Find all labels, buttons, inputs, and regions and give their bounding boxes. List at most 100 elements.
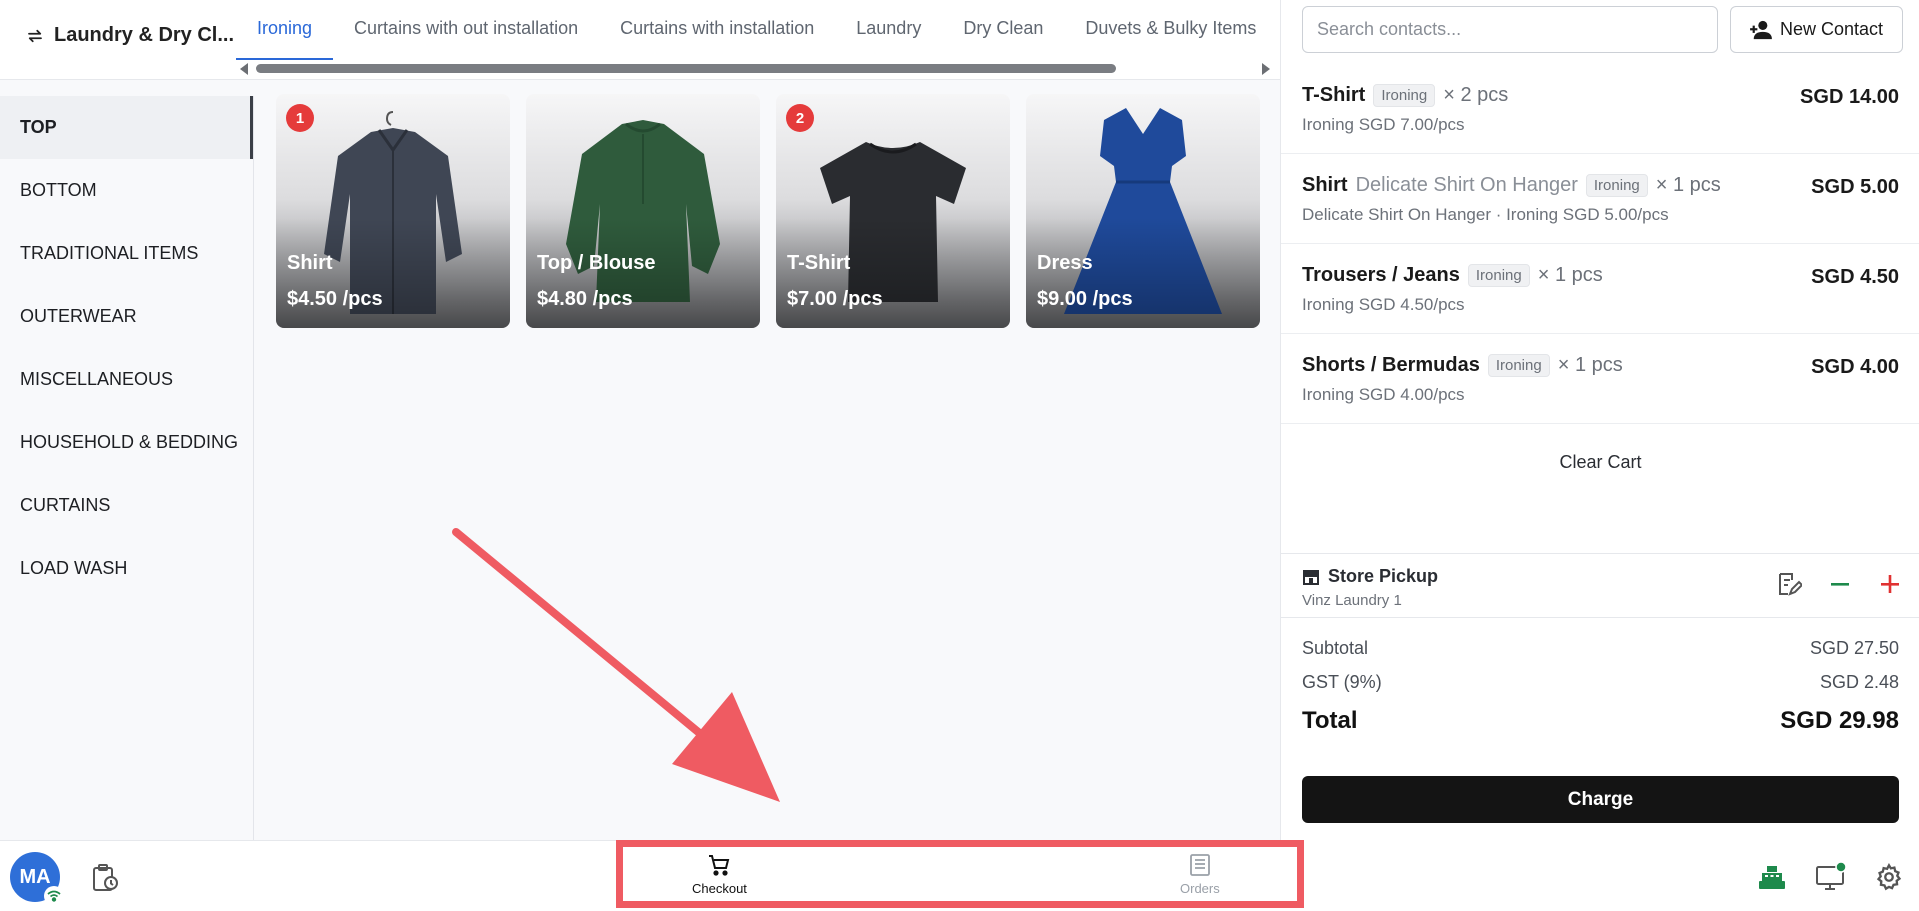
service-tag: Ironing [1487, 354, 1550, 377]
category-sidebar: TOP BOTTOM TRADITIONAL ITEMS OUTERWEAR M… [0, 96, 254, 840]
total-label: Total [1302, 707, 1358, 734]
category-curtains[interactable]: CURTAINS [0, 474, 253, 537]
cart-item-detail: Delicate Shirt On Hanger · Ironing SGD 5… [1302, 205, 1669, 224]
annotation-arrow [452, 528, 780, 802]
wifi-icon [44, 886, 64, 906]
cart-item-variant: Delicate Shirt On Hanger [1355, 174, 1578, 196]
charge-button[interactable]: Charge [1302, 776, 1899, 823]
cart-item-detail: Ironing SGD 4.00/pcs [1302, 385, 1465, 404]
cart-item-amount: SGD 14.00 [1800, 86, 1899, 108]
scrollbar-thumb[interactable] [256, 64, 1116, 73]
user-initials: MA [19, 865, 51, 888]
cart-line[interactable]: Trousers / Jeans Ironing × 1 pcs Ironing… [1281, 244, 1919, 334]
product-price: $4.80 /pcs [537, 288, 633, 310]
category-traditional-items[interactable]: TRADITIONAL ITEMS [0, 222, 253, 285]
search-contacts-input[interactable] [1302, 6, 1718, 53]
quantity-badge: 2 [786, 104, 814, 132]
cart-item-amount: SGD 5.00 [1811, 176, 1899, 198]
cart-item-detail: Ironing SGD 4.50/pcs [1302, 295, 1465, 314]
subtotal-value: SGD 27.50 [1809, 638, 1899, 658]
subtotal-label: Subtotal [1302, 638, 1369, 658]
product-name: Dress [1037, 252, 1093, 274]
cart-item-name: Shorts / Bermudas [1302, 354, 1480, 376]
product-name: Shirt [287, 252, 333, 274]
tab-curtains-without-installation[interactable]: Curtains with out installation [333, 0, 599, 60]
cart-line[interactable]: Shorts / Bermudas Ironing × 1 pcs Ironin… [1281, 334, 1919, 424]
tab-laundry[interactable]: Laundry [835, 0, 942, 60]
cart-line[interactable]: T-Shirt Ironing × 2 pcs Ironing SGD 7.00… [1281, 64, 1919, 154]
gst-value: SGD 2.48 [1819, 672, 1899, 692]
category-load-wash[interactable]: LOAD WASH [0, 537, 253, 600]
tabs-scrollbar[interactable] [240, 62, 1270, 76]
clear-cart-button[interactable]: Clear Cart [1281, 452, 1919, 473]
cash-register-icon[interactable] [1757, 863, 1787, 891]
store-switcher[interactable]: Laundry & Dry Cl... [26, 24, 234, 47]
tab-ironing[interactable]: Ironing [236, 0, 334, 60]
add-user-icon [1750, 20, 1772, 39]
pickup-location: Vinz Laundry 1 [1302, 592, 1402, 609]
product-name: T-Shirt [787, 252, 851, 274]
gst-label: GST (9%) [1302, 672, 1382, 692]
new-contact-button[interactable]: New Contact [1730, 6, 1903, 53]
cart-item-detail: Ironing SGD 7.00/pcs [1302, 115, 1465, 134]
product-price: $9.00 /pcs [1037, 288, 1133, 310]
store-name: Laundry & Dry Cl... [54, 24, 235, 46]
category-miscellaneous[interactable]: MISCELLANEOUS [0, 348, 253, 411]
product-card-shirt[interactable]: 1 Shirt $4.50 /pcs [276, 94, 510, 328]
service-tag: Ironing [1467, 264, 1530, 287]
new-contact-label: New Contact [1779, 19, 1884, 39]
plus-icon[interactable] [1878, 572, 1902, 596]
product-card-dress[interactable]: Dress $9.00 /pcs [1026, 94, 1260, 328]
product-card-top-blouse[interactable]: Top / Blouse $4.80 /pcs [526, 94, 760, 328]
tab-duvets-bulky-items[interactable]: Duvets & Bulky Items [1064, 0, 1277, 60]
category-top[interactable]: TOP [0, 96, 253, 159]
product-grid: 1 Shirt $4.50 /pcs Top / Blouse $4.80 /p… [276, 94, 1260, 328]
cart-line[interactable]: Shirt Delicate Shirt On Hanger Ironing ×… [1281, 154, 1919, 244]
category-household-bedding[interactable]: HOUSEHOLD & BEDDING [0, 411, 253, 474]
cart-item-qty: × 1 pcs [1655, 174, 1721, 196]
avatar[interactable]: MA [10, 852, 64, 906]
total-value: SGD 29.98 [1780, 707, 1899, 734]
annotation-highlight-box [616, 840, 1304, 908]
gear-icon[interactable] [1875, 863, 1903, 891]
product-name: Top / Blouse [537, 252, 656, 274]
minus-icon[interactable] [1828, 572, 1852, 596]
swap-icon [28, 29, 42, 42]
pickup-title: Store Pickup [1328, 566, 1439, 586]
gst-row: GST (9%) SGD 2.48 [1302, 672, 1899, 693]
quantity-badge: 1 [286, 104, 314, 132]
totals-section: Subtotal SGD 27.50 GST (9%) SGD 2.48 Tot… [1302, 638, 1899, 748]
subtotal-row: Subtotal SGD 27.50 [1302, 638, 1899, 659]
pos-app: Laundry & Dry Cl... Ironing Curtains wit… [0, 0, 1919, 911]
tab-dry-clean[interactable]: Dry Clean [942, 0, 1064, 60]
edit-note-icon[interactable] [1774, 570, 1802, 598]
service-tag: Ironing [1373, 84, 1436, 107]
cart-lines: T-Shirt Ironing × 2 pcs Ironing SGD 7.00… [1281, 64, 1919, 424]
scroll-right-icon[interactable] [1262, 63, 1270, 75]
device-status-bar [1280, 840, 1919, 911]
service-tabs: Ironing Curtains with out installation C… [236, 0, 1280, 60]
cart-item-qty: × 2 pcs [1443, 84, 1509, 106]
cart-item-qty: × 1 pcs [1557, 354, 1623, 376]
product-card-t-shirt[interactable]: 2 T-Shirt $7.00 /pcs [776, 94, 1010, 328]
service-tag: Ironing [1585, 174, 1648, 197]
pickup-section: Store Pickup Vinz Laundry 1 [1281, 553, 1919, 618]
cart-item-name: Trousers / Jeans [1302, 264, 1460, 286]
top-bar: Laundry & Dry Cl... Ironing Curtains wit… [0, 0, 1280, 80]
cart-item-name: Shirt [1302, 174, 1348, 196]
cart-item-name: T-Shirt [1302, 84, 1366, 106]
clipboard-clock-icon[interactable] [90, 863, 120, 893]
cart-pane: New Contact T-Shirt Ironing × 2 pcs Iron… [1280, 0, 1919, 911]
total-row: Total SGD 29.98 [1302, 707, 1899, 735]
product-price: $4.50 /pcs [287, 288, 383, 310]
tab-curtains-with-installation[interactable]: Curtains with installation [599, 0, 835, 60]
cart-item-amount: SGD 4.50 [1811, 266, 1899, 288]
scroll-left-icon[interactable] [240, 63, 248, 75]
cart-item-amount: SGD 4.00 [1811, 356, 1899, 378]
category-bottom[interactable]: BOTTOM [0, 159, 253, 222]
product-price: $7.00 /pcs [787, 288, 883, 310]
cart-item-qty: × 1 pcs [1537, 264, 1603, 286]
category-outerwear[interactable]: OUTERWEAR [0, 285, 253, 348]
monitor-icon[interactable] [1815, 862, 1847, 892]
store-icon [1303, 569, 1319, 585]
